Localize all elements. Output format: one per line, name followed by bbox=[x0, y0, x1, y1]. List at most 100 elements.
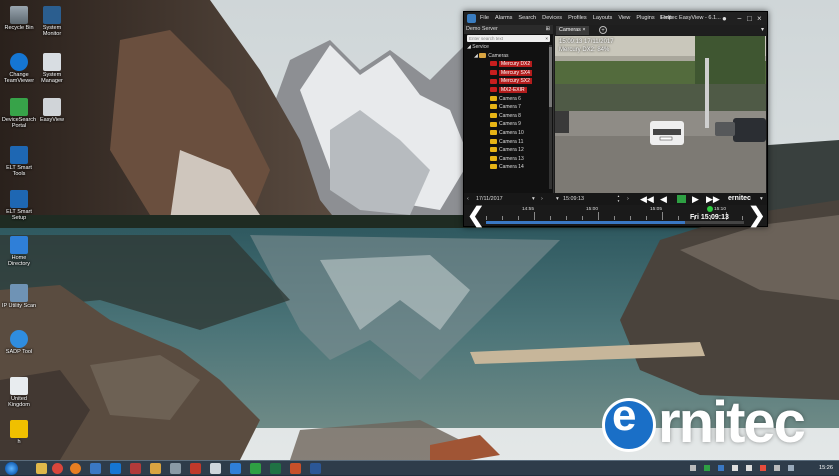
tree-node-service[interactable]: ◢ Service bbox=[464, 43, 553, 52]
camera-video-view[interactable]: 15:09:13 17/11/2017 Mercury DX2: 84% bbox=[555, 36, 766, 193]
tree-item-camera[interactable]: Camera 6 bbox=[464, 95, 553, 104]
timeline[interactable]: ❮ 14:55 15:00 15:05 15:10 Fri 15:09:13 ❯ bbox=[464, 205, 767, 226]
timeline-cursor-marker[interactable] bbox=[707, 206, 713, 212]
desktop-icon-smart-setup[interactable]: ELT Smart Setup bbox=[0, 190, 38, 221]
tree-item-camera[interactable]: Camera 12 bbox=[464, 146, 553, 155]
tray-icon[interactable] bbox=[774, 465, 780, 471]
desktop-icon-home-directory[interactable]: Home Directory bbox=[0, 236, 38, 267]
rewind-button[interactable]: ◀◀ bbox=[640, 193, 654, 205]
next-time-button[interactable]: › bbox=[627, 193, 629, 205]
green-app-icon[interactable] bbox=[250, 463, 261, 474]
desktop-icon-ip-utility[interactable]: IP Utility Scan bbox=[0, 284, 38, 309]
menu-bar: File Alarms Search Devices Profiles Layo… bbox=[480, 12, 672, 25]
desktop-icon-system-monitor[interactable]: System Monitor bbox=[33, 6, 71, 37]
pause-button[interactable] bbox=[677, 195, 686, 203]
tree-item-camera[interactable]: MX2-EXIR bbox=[464, 86, 553, 95]
camera-idle-icon bbox=[490, 155, 497, 161]
scrollbar-thumb[interactable] bbox=[549, 47, 552, 107]
tree-item-camera[interactable]: Mercury SX2 bbox=[464, 77, 553, 86]
menu-plugins[interactable]: Plugins bbox=[636, 12, 654, 25]
menu-layouts[interactable]: Layouts bbox=[593, 12, 613, 25]
playback-time[interactable]: 15:09:13 bbox=[563, 193, 584, 205]
menu-devices[interactable]: Devices bbox=[542, 12, 562, 25]
start-button[interactable] bbox=[5, 462, 18, 475]
camera-idle-icon bbox=[490, 121, 497, 127]
time-step-down-button[interactable]: ▼ bbox=[617, 198, 620, 204]
tree-item-camera[interactable]: Mercury SX4 bbox=[464, 69, 553, 78]
timeline-tick bbox=[502, 216, 503, 220]
tree-item-camera[interactable]: Camera 14 bbox=[464, 163, 553, 172]
search-clear-icon[interactable]: × bbox=[545, 35, 548, 42]
desktop-icon-system-manager[interactable]: System Manager bbox=[33, 53, 71, 84]
maximize-button[interactable]: □ bbox=[747, 12, 752, 25]
firefox-icon[interactable] bbox=[70, 463, 81, 474]
user-icon[interactable]: ● bbox=[722, 12, 727, 25]
close-button[interactable]: × bbox=[757, 12, 762, 25]
desktop-icon-smart-tools[interactable]: ELT Smart Tools bbox=[0, 146, 38, 177]
network-status-icon[interactable] bbox=[746, 465, 752, 471]
menu-view[interactable]: View bbox=[618, 12, 630, 25]
tree-scrollbar[interactable] bbox=[549, 45, 552, 189]
tree-item-camera[interactable]: Camera 11 bbox=[464, 138, 553, 147]
volume-icon[interactable] bbox=[732, 465, 738, 471]
teamviewer-icon[interactable] bbox=[110, 463, 121, 474]
folder-icon[interactable] bbox=[150, 463, 161, 474]
tree-node-cameras[interactable]: ◢ Cameras bbox=[464, 52, 553, 61]
tree-item-camera[interactable]: Camera 10 bbox=[464, 129, 553, 138]
powerpoint-icon[interactable] bbox=[290, 463, 301, 474]
network-icon[interactable] bbox=[230, 463, 241, 474]
tools-icon bbox=[10, 146, 28, 164]
next-date-button[interactable]: › bbox=[541, 193, 543, 205]
desktop-icon-easyview[interactable]: EasyView bbox=[33, 98, 71, 123]
word-icon[interactable] bbox=[310, 463, 321, 474]
media-icon[interactable] bbox=[90, 463, 101, 474]
pin-icon[interactable]: ⊞ bbox=[545, 25, 550, 34]
timeline-progress[interactable] bbox=[486, 221, 744, 224]
tab-close-icon[interactable]: × bbox=[582, 27, 585, 33]
play-button[interactable]: ▶ bbox=[692, 193, 699, 205]
menu-file[interactable]: File bbox=[480, 12, 489, 25]
step-back-button[interactable]: ◀ bbox=[660, 193, 667, 205]
settings-icon[interactable] bbox=[170, 463, 181, 474]
tab-menu-icon[interactable]: ▾ bbox=[761, 25, 764, 35]
tab-cameras[interactable]: Cameras × bbox=[556, 26, 589, 35]
taskbar-clock[interactable]: 15:26 bbox=[819, 461, 833, 476]
office-icon[interactable] bbox=[190, 463, 201, 474]
tray-icon[interactable] bbox=[760, 465, 766, 471]
tree-item-camera[interactable]: Camera 8 bbox=[464, 112, 553, 121]
camera-online-icon bbox=[490, 69, 497, 75]
tree-item-camera[interactable]: Camera 7 bbox=[464, 103, 553, 112]
tray-icon[interactable] bbox=[718, 465, 724, 471]
add-tab-button[interactable]: + bbox=[599, 26, 607, 34]
menu-alarms[interactable]: Alarms bbox=[495, 12, 512, 25]
fast-forward-button[interactable]: ▶▶ bbox=[706, 193, 720, 205]
excel-icon[interactable] bbox=[270, 463, 281, 474]
menu-profiles[interactable]: Profiles bbox=[568, 12, 587, 25]
tree-item-camera[interactable]: Camera 9 bbox=[464, 120, 553, 129]
expand-icon[interactable]: ◢ bbox=[467, 44, 471, 50]
minimize-button[interactable]: − bbox=[737, 12, 742, 25]
title-bar[interactable]: File Alarms Search Devices Profiles Layo… bbox=[464, 12, 767, 25]
tree-search-input[interactable]: Enter search text × bbox=[467, 35, 550, 42]
window-title: Ernitec EasyView - 6.1... bbox=[660, 15, 721, 21]
desktop-icon-united-kingdom[interactable]: United Kingdom bbox=[0, 377, 38, 408]
easyview-icon[interactable] bbox=[130, 463, 141, 474]
timeline-next-button[interactable]: ❯ bbox=[748, 205, 766, 226]
terminal-icon[interactable] bbox=[210, 463, 221, 474]
time-dropdown-icon[interactable]: ▾ bbox=[556, 193, 559, 205]
camera-idle-icon bbox=[490, 95, 497, 101]
calendar-dropdown-icon[interactable]: ▾ bbox=[532, 193, 535, 205]
tray-icon[interactable] bbox=[704, 465, 710, 471]
timeline-prev-button[interactable]: ❮ bbox=[467, 205, 485, 226]
desktop-icon-sadp-tool[interactable]: SADP Tool bbox=[0, 330, 38, 355]
camera-idle-icon bbox=[490, 147, 497, 153]
menu-search[interactable]: Search bbox=[518, 12, 536, 25]
tree-item-camera[interactable]: Mercury DX2 bbox=[464, 60, 553, 69]
tray-icon[interactable] bbox=[788, 465, 794, 471]
desktop-icon-h-app[interactable]: h bbox=[0, 420, 38, 445]
chrome-icon[interactable] bbox=[52, 463, 63, 474]
explorer-icon[interactable] bbox=[36, 463, 47, 474]
expand-icon[interactable]: ◢ bbox=[474, 53, 478, 59]
tree-item-camera[interactable]: Camera 13 bbox=[464, 155, 553, 164]
tray-icon[interactable] bbox=[690, 465, 696, 471]
